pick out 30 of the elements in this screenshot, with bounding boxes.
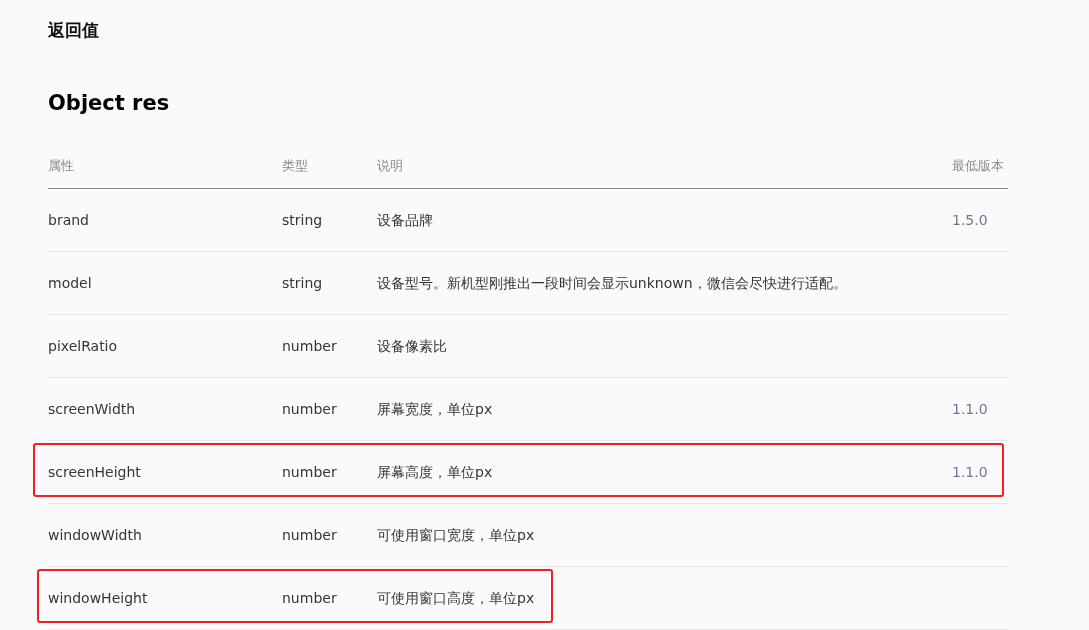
column-header: 类型: [282, 158, 308, 174]
object-heading: Object res: [48, 90, 171, 117]
table-cell: windowWidth: [48, 526, 142, 543]
table-cell: 设备型号。新机型刚推出一段时间会显示unknown，微信会尽快进行适配。: [377, 274, 847, 291]
table-cell: model: [48, 274, 92, 291]
table-cell: screenHeight: [48, 463, 141, 480]
table-cell: number: [282, 463, 337, 480]
section-heading: 返回值: [48, 19, 100, 42]
table-cell: 屏幕宽度，单位px: [377, 400, 493, 417]
table-cell: 屏幕高度，单位px: [377, 463, 493, 480]
table-cell: 可使用窗口高度，单位px: [377, 589, 535, 606]
table-cell: number: [282, 337, 337, 354]
table-cell: number: [282, 526, 337, 543]
table-cell: number: [282, 400, 337, 417]
table-cell: brand: [48, 211, 89, 228]
table-cell: number: [282, 589, 337, 606]
table-cell: 1.1.0: [952, 463, 988, 480]
table-cell: 1.1.0: [952, 400, 988, 417]
table-cell: pixelRatio: [48, 337, 118, 354]
column-header: 最低版本: [952, 158, 1004, 174]
table-cell: 设备像素比: [377, 337, 447, 354]
table-cell: 设备品牌: [377, 211, 433, 228]
table-cell: string: [282, 211, 323, 228]
table-cell: windowHeight: [48, 589, 148, 606]
table-cell: screenWidth: [48, 400, 136, 417]
table-cell: string: [282, 274, 323, 291]
table-cell: 1.5.0: [952, 211, 988, 228]
column-header: 说明: [377, 158, 403, 174]
column-header: 属性: [48, 158, 74, 174]
table-cell: 可使用窗口宽度，单位px: [377, 526, 535, 543]
